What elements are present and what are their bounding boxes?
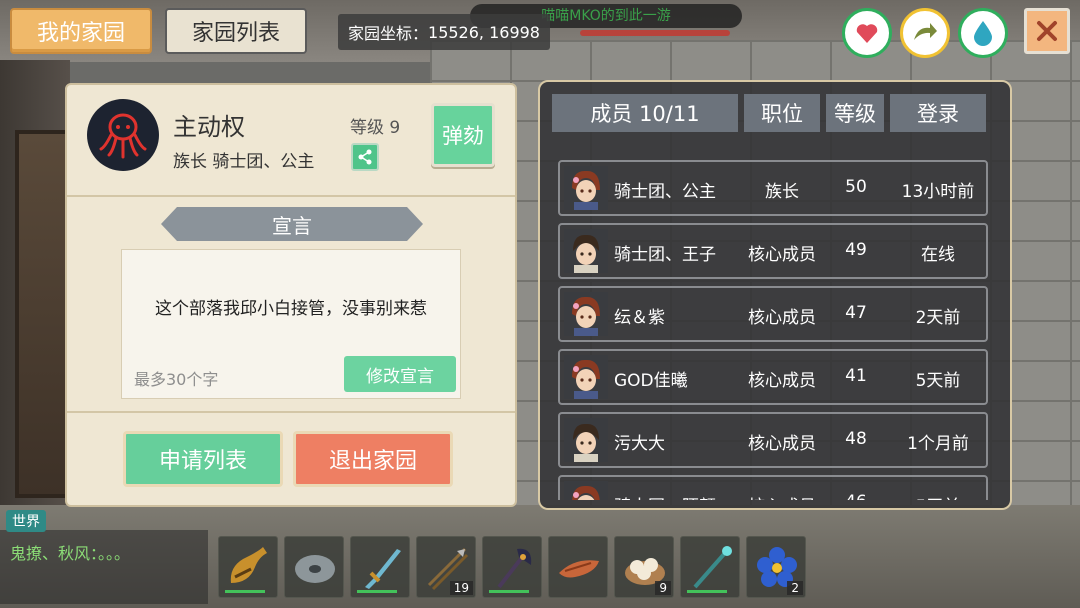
disc-icon bbox=[295, 555, 335, 583]
member-row[interactable]: 污大大 核心成员 48 1个月前 bbox=[558, 412, 988, 468]
member-name: 污大大 bbox=[614, 434, 665, 454]
member-login: 5天前 bbox=[915, 371, 961, 391]
hotbar-slot[interactable] bbox=[680, 536, 740, 598]
member-role: 核心成员 bbox=[748, 434, 816, 454]
member-row[interactable]: GOD佳曦 核心成员 41 5天前 bbox=[558, 349, 988, 405]
member-avatar bbox=[564, 418, 608, 462]
member-name: GOD佳曦 bbox=[614, 371, 688, 391]
hotbar-slot[interactable] bbox=[218, 536, 278, 598]
chat-message: 鬼撩、秋风：。。。 bbox=[10, 544, 131, 563]
clan-leader-line: 族长 骑士团、公主 bbox=[173, 152, 315, 172]
hotbar-slot[interactable]: 2 bbox=[746, 536, 806, 598]
octopus-icon bbox=[99, 113, 147, 159]
member-avatar bbox=[564, 481, 608, 500]
declaration-box: 这个部落我邱小白接管，没事别来惹 最多30个字 修改宣言 bbox=[121, 249, 461, 399]
member-name: 骑士团、公主 bbox=[614, 182, 716, 202]
coord-value: 15526, 16998 bbox=[428, 22, 540, 42]
member-level: 50 bbox=[845, 177, 867, 197]
item-count: 19 bbox=[449, 581, 473, 595]
member-row[interactable]: 骑士团、陌颜 核心成员 46 5天前 bbox=[558, 475, 988, 500]
item-count: 2 bbox=[787, 581, 803, 595]
member-level: 48 bbox=[845, 429, 867, 449]
crystal-sword-icon bbox=[365, 549, 401, 589]
member-login: 2天前 bbox=[915, 308, 961, 328]
home-coordinates: 家园坐标： 15526, 16998 bbox=[338, 14, 550, 50]
declaration-text: 这个部落我邱小白接管，没事别来惹 bbox=[155, 299, 427, 319]
share-icon bbox=[358, 149, 372, 165]
panel-divider bbox=[67, 411, 515, 413]
clan-avatar bbox=[87, 99, 159, 171]
members-list-viewport[interactable]: 骑士团、公主 族长 50 13小时前 骑士团、王子 核心成员 49 在线 纭＆紫… bbox=[540, 82, 1010, 500]
member-row[interactable]: 骑士团、公主 族长 50 13小时前 bbox=[558, 160, 988, 216]
clan-level: 等级 9 bbox=[350, 118, 401, 138]
item-count: 9 bbox=[655, 581, 671, 595]
hotbar-slot[interactable] bbox=[284, 536, 344, 598]
heart-icon[interactable] bbox=[842, 8, 892, 58]
members-panel: 成员 10/11 职位 等级 登录 骑士团、公主 族长 50 13小时前 骑士团… bbox=[538, 80, 1012, 510]
clan-info-panel: 主动权 族长 骑士团、公主 等级 9 弹劾 宣言 这个部落我邱小白接管，没事别来… bbox=[65, 83, 517, 507]
dark-axe-icon bbox=[497, 548, 532, 589]
apply-list-button[interactable]: 申请列表 bbox=[123, 431, 283, 487]
announcement-text: 喵喵MKO的到此一游 bbox=[541, 8, 671, 24]
member-level: 46 bbox=[828, 492, 884, 500]
clan-name: 主动权 bbox=[173, 113, 245, 141]
panel-divider bbox=[67, 195, 515, 197]
member-role: 核心成员 bbox=[742, 492, 822, 500]
member-login: 5天前 bbox=[888, 492, 988, 500]
hotbar-slot[interactable]: 9 bbox=[614, 536, 674, 598]
tab-my-home[interactable]: 我的家园 bbox=[10, 8, 152, 54]
hotbar-slot[interactable] bbox=[350, 536, 410, 598]
share-button[interactable] bbox=[351, 143, 379, 171]
hotbar-slot[interactable] bbox=[482, 536, 542, 598]
durability-bar bbox=[225, 590, 265, 593]
member-avatar bbox=[564, 355, 608, 399]
hotbar-slot[interactable]: 19 bbox=[416, 536, 476, 598]
member-row[interactable]: 骑士团、王子 核心成员 49 在线 bbox=[558, 223, 988, 279]
impeach-button[interactable]: 弹劾 bbox=[431, 103, 495, 167]
member-avatar bbox=[564, 166, 608, 210]
member-name: 纭＆紫 bbox=[614, 308, 665, 328]
durability-bar bbox=[357, 590, 397, 593]
declaration-title: 宣言 bbox=[161, 207, 423, 241]
close-icon bbox=[1037, 21, 1057, 41]
chat-channel-tag[interactable]: 世界 bbox=[6, 510, 46, 532]
durability-bar bbox=[687, 590, 727, 593]
coord-label: 家园坐标： bbox=[348, 24, 429, 43]
quit-home-button[interactable]: 退出家园 bbox=[293, 431, 453, 487]
meat-icon bbox=[559, 560, 599, 578]
tab-home-list[interactable]: 家园列表 bbox=[165, 8, 307, 54]
close-button[interactable] bbox=[1024, 8, 1070, 54]
member-role: 族长 bbox=[765, 182, 799, 202]
member-role: 核心成员 bbox=[748, 371, 816, 391]
declaration-hint: 最多30个字 bbox=[134, 370, 219, 389]
member-avatar bbox=[564, 292, 608, 336]
magic-staff-icon bbox=[693, 546, 732, 589]
edit-declaration-button[interactable]: 修改宣言 bbox=[344, 356, 456, 392]
members-list: 骑士团、公主 族长 50 13小时前 骑士团、王子 核心成员 49 在线 纭＆紫… bbox=[558, 160, 988, 500]
member-level: 41 bbox=[845, 366, 867, 386]
member-role: 核心成员 bbox=[748, 308, 816, 328]
hotbar-slot[interactable] bbox=[548, 536, 608, 598]
member-login: 1个月前 bbox=[907, 434, 969, 454]
member-avatar bbox=[564, 229, 608, 273]
member-row[interactable]: 纭＆紫 核心成员 47 2天前 bbox=[558, 286, 988, 342]
member-login: 在线 bbox=[921, 245, 955, 265]
member-role: 核心成员 bbox=[748, 245, 816, 265]
announcement-progress bbox=[580, 30, 730, 36]
member-login: 13小时前 bbox=[901, 182, 975, 202]
member-level: 47 bbox=[845, 303, 867, 323]
member-name: 骑士团、陌颜 bbox=[614, 492, 744, 500]
member-level: 49 bbox=[845, 240, 867, 260]
horn-icon bbox=[230, 547, 267, 583]
dodge-icon[interactable] bbox=[900, 8, 950, 58]
member-name: 骑士团、王子 bbox=[614, 245, 716, 265]
durability-bar bbox=[489, 590, 529, 593]
water-drop-icon[interactable] bbox=[958, 8, 1008, 58]
